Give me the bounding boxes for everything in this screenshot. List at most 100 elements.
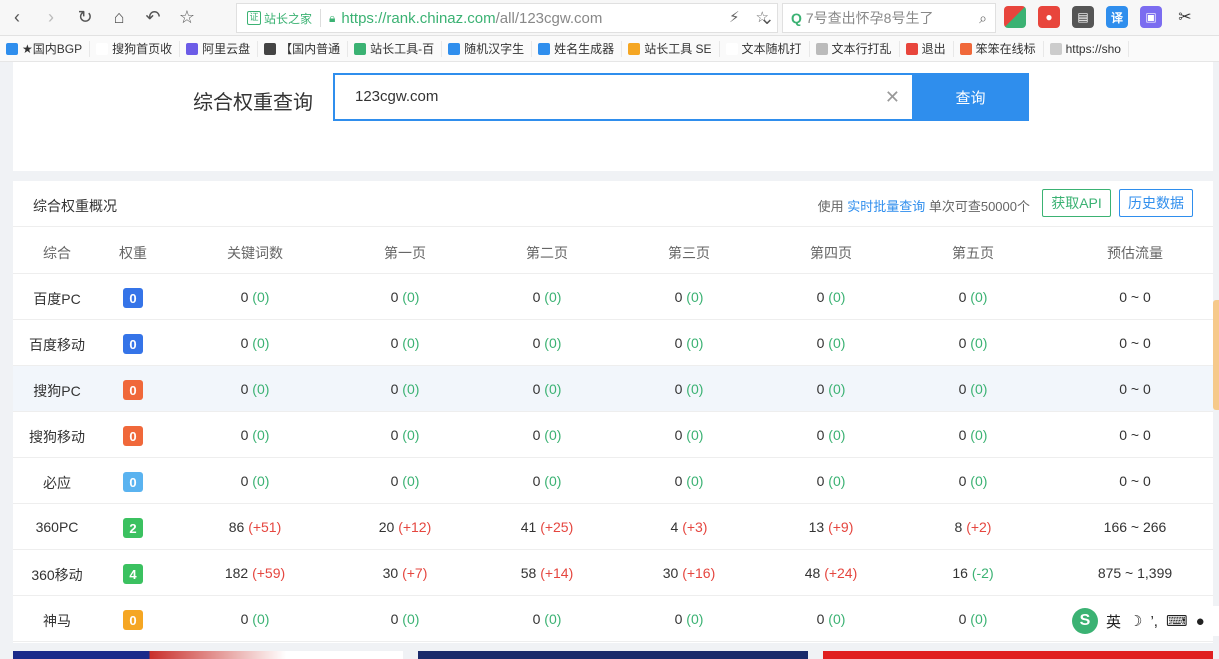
rank-delta: (0) <box>402 611 420 627</box>
reader-icon[interactable]: ▤ <box>1072 6 1094 28</box>
back-icon[interactable]: ‹ <box>0 0 34 36</box>
undo-icon[interactable]: ↶ <box>136 0 170 36</box>
rank-delta: (0) <box>402 381 420 397</box>
weight-badge[interactable]: 0 <box>123 380 143 400</box>
rank-count: 0 <box>240 611 249 627</box>
bookmark-item[interactable]: 【国内普通 <box>258 40 349 57</box>
rank-count: 0 <box>532 611 541 627</box>
address-bar[interactable]: 证站长之家 🔒︎ https://rank.chinaz.com/all/123… <box>236 3 778 33</box>
get-api-button[interactable]: 获取API <box>1042 189 1111 217</box>
rank-cell: 30 (+7) <box>345 565 465 581</box>
search-icon[interactable]: ⌕ <box>979 10 987 27</box>
query-button[interactable]: 查询 <box>912 73 1029 121</box>
rank-delta: (0) <box>970 289 988 305</box>
bookmark-item[interactable]: 笨笨在线标 <box>954 40 1044 57</box>
game-icon[interactable]: ● <box>1038 6 1060 28</box>
moon-icon[interactable]: ☽ <box>1129 612 1142 630</box>
bookmark-item[interactable]: 阿里云盘 <box>180 40 259 57</box>
rank-count: 0 <box>390 473 399 489</box>
domain-input[interactable]: 123cgw.com ✕ <box>333 73 912 121</box>
bookmark-item[interactable]: 退出 <box>900 40 954 57</box>
bookmark-label: 站长工具-百 <box>370 42 435 56</box>
rank-delta: (0) <box>544 335 562 351</box>
weight-badge[interactable]: 0 <box>123 334 143 354</box>
chevron-down-icon[interactable]: ⌄ <box>752 0 782 36</box>
bookmark-favicon <box>448 42 461 55</box>
weight-badge[interactable]: 2 <box>123 518 143 538</box>
bookmark-item[interactable]: 文本随机打 <box>720 40 810 57</box>
rank-cell: 0 (0) <box>629 611 749 627</box>
clear-icon[interactable]: ✕ <box>885 87 900 108</box>
weight-badge[interactable]: 0 <box>123 472 143 492</box>
bookmark-item[interactable]: 站长工具 SE <box>622 40 720 57</box>
rank-count: 0 <box>958 335 967 351</box>
browser-search-input[interactable]: Q 7号查出怀孕8号生了 ⌕ <box>782 3 996 33</box>
bookmark-label: 笨笨在线标 <box>975 42 1036 56</box>
rank-delta: (0) <box>686 335 704 351</box>
column-header: 第四页 <box>810 245 852 261</box>
rank-cell: 0 (0) <box>629 289 749 305</box>
home-icon[interactable]: ⌂ <box>102 0 136 36</box>
rank-count: 0 <box>816 611 825 627</box>
table-header: 综合 权重 关键词数 第一页 第二页 第三页 第四页 第五页 预估流量 <box>13 228 1213 274</box>
weight-badge[interactable]: 4 <box>123 564 143 584</box>
translate-icon[interactable]: 译 <box>1106 6 1128 28</box>
bookmark-item[interactable]: 站长工具-百 <box>348 40 443 57</box>
bookmark-item[interactable]: 搜狗首页收 <box>90 40 181 57</box>
rank-delta: (+59) <box>252 565 286 581</box>
rank-cell: 0 (0) <box>345 381 465 397</box>
rank-cell: 30 (+16) <box>629 565 749 581</box>
ad-banner[interactable] <box>823 651 1213 659</box>
forward-icon[interactable]: › <box>34 0 68 36</box>
rank-cell: 0 (0) <box>345 427 465 443</box>
engine-name: 百度PC <box>33 291 81 307</box>
reload-icon[interactable]: ↻ <box>68 0 102 36</box>
rank-count: 0 <box>958 427 967 443</box>
rank-count: 0 <box>816 335 825 351</box>
weight-badge[interactable]: 0 <box>123 426 143 446</box>
bookmark-item[interactable]: ★国内BGP <box>0 40 91 57</box>
rank-count: 20 <box>378 519 395 535</box>
ad-banner[interactable] <box>13 651 403 659</box>
weight-badge[interactable]: 0 <box>123 288 143 308</box>
rank-cell: 0 (0) <box>771 289 891 305</box>
rank-count: 0 <box>532 427 541 443</box>
batch-note: 使用 实时批量查询 单次可查50000个 <box>818 196 1030 215</box>
engine-name: 搜狗PC <box>33 383 81 399</box>
bookmark-label: 姓名生成器 <box>554 42 615 56</box>
ad-banner[interactable] <box>418 651 808 659</box>
apps-icon[interactable] <box>1004 6 1026 28</box>
history-data-button[interactable]: 历史数据 <box>1119 189 1193 217</box>
side-float-tab[interactable] <box>1213 300 1219 410</box>
keyboard-icon[interactable]: ⌨ <box>1166 612 1188 630</box>
user-icon[interactable]: ● <box>1196 613 1205 630</box>
traffic-estimate: 0 ~ 0 <box>1119 381 1151 397</box>
bookmark-item[interactable]: 随机汉字生 <box>442 40 533 57</box>
ime-lang[interactable]: 英 <box>1106 611 1121 632</box>
punctuation-icon[interactable]: ’, <box>1150 613 1158 630</box>
star-icon[interactable]: ☆ <box>170 0 204 36</box>
bookmark-label: https://sho <box>1065 41 1121 56</box>
lightning-icon[interactable]: ⚡︎ <box>729 8 740 26</box>
bookmark-favicon <box>96 42 109 55</box>
table-row: 搜狗移动 0 0 (0) 0 (0) 0 (0) 0 (0) 0 (0) 0 (0) 0 ~ 0 <box>13 412 1213 458</box>
column-header: 关键词数 <box>227 245 283 261</box>
scissors-icon[interactable]: ✂ <box>1174 6 1196 28</box>
table-row: 必应 0 0 (0) 0 (0) 0 (0) 0 (0) 0 (0) 0 (0) 0 ~ 0 <box>13 458 1213 504</box>
bookmark-item[interactable]: https://sho <box>1044 40 1129 57</box>
batch-query-link[interactable]: 实时批量查询 <box>847 199 925 214</box>
rank-count: 0 <box>816 473 825 489</box>
screenshot-icon[interactable]: ▣ <box>1140 6 1162 28</box>
sogou-ime-icon[interactable]: S <box>1072 608 1098 634</box>
table-row: 360PC 2 86 (+51) 20 (+12) 41 (+25) 4 (+3) 13 (… <box>13 504 1213 550</box>
bookmark-item[interactable]: 姓名生成器 <box>532 40 623 57</box>
rank-cell: 0 (0) <box>487 427 607 443</box>
weight-badge[interactable]: 0 <box>123 610 143 630</box>
engine-name: 360PC <box>35 519 79 535</box>
rank-delta: (0) <box>544 473 562 489</box>
rank-delta: (0) <box>544 611 562 627</box>
bookmark-item[interactable]: 文本行打乱 <box>810 40 900 57</box>
rank-cell: 20 (+12) <box>345 519 465 535</box>
rank-cell: 48 (+24) <box>771 565 891 581</box>
rank-cell: 0 (0) <box>913 381 1033 397</box>
